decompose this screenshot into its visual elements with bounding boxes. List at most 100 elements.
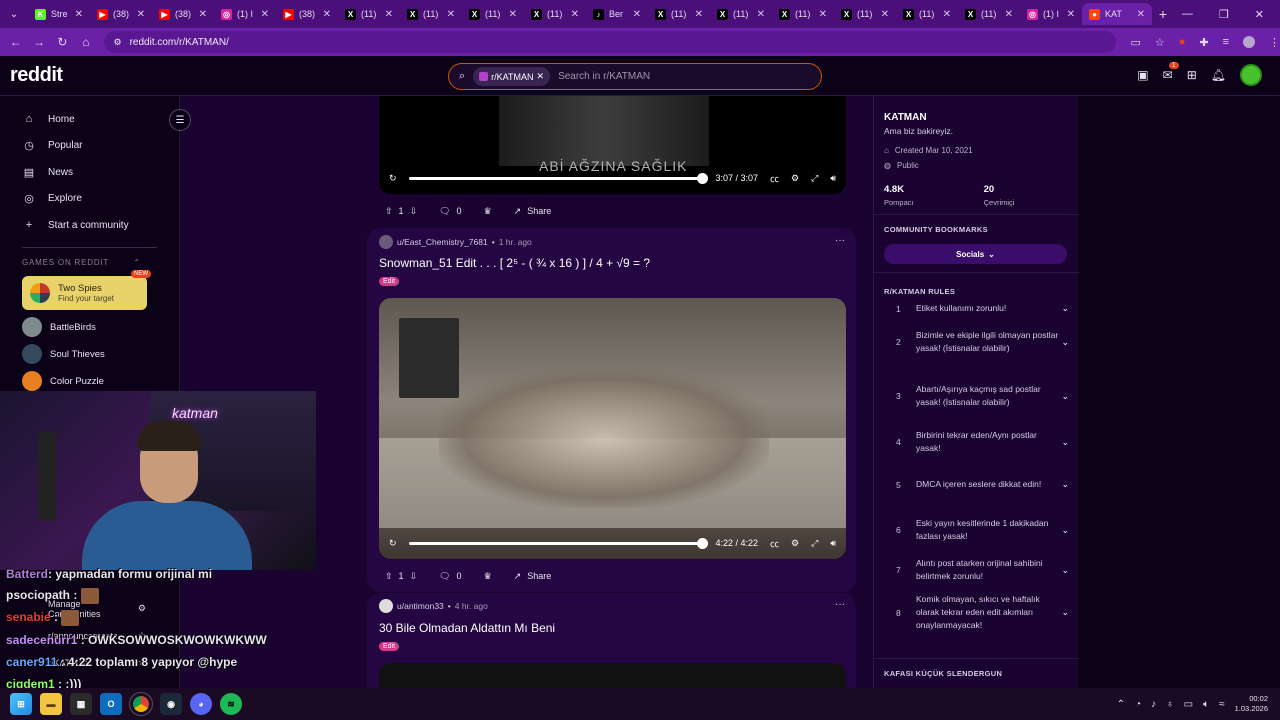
rule-item[interactable]: 8 Komik olmayan, sıkıcı ve haftalık olara… — [874, 593, 1079, 632]
post-flair[interactable]: Edit — [379, 642, 400, 651]
tab-close-icon[interactable]: ✕ — [323, 9, 331, 20]
media-icon[interactable]: ≡ — [1223, 36, 1229, 48]
tab-close-icon[interactable]: ✕ — [447, 9, 455, 20]
user-avatar[interactable] — [1240, 64, 1262, 86]
discord-icon[interactable]: ◕ — [190, 693, 212, 715]
settings-gear-icon[interactable]: ⚙ — [791, 173, 799, 184]
settings-gear-icon[interactable]: ⚙ — [791, 538, 799, 549]
network-icon[interactable]: ◔ — [1135, 699, 1141, 710]
browser-tab[interactable]: K Stre ✕ — [28, 3, 90, 25]
chrome-icon[interactable] — [129, 692, 153, 716]
author-name[interactable]: u/East_Chemistry_7681 — [397, 237, 488, 247]
rule-item[interactable]: 3 Abartı/Aşırıya kaçmış sad postlar yasak… — [874, 383, 1079, 409]
outlook-icon[interactable]: O — [100, 693, 122, 715]
replay-icon[interactable]: ↻ — [389, 173, 397, 184]
captions-icon[interactable]: ㏄ — [770, 172, 779, 185]
post-flair[interactable]: Edit — [379, 277, 400, 286]
sidebar-collapse-icon[interactable]: ☰ — [169, 109, 191, 131]
share-button[interactable]: ↗ Share — [508, 566, 558, 586]
two-spies-promo[interactable]: Two Spies Find your target NEW — [22, 269, 151, 310]
speaker-tray-icon[interactable]: ♪ — [1151, 699, 1156, 710]
game-item[interactable]: Soul Thieves — [0, 341, 179, 368]
tab-close-icon[interactable]: ✕ — [1067, 9, 1075, 20]
home-icon[interactable]: ⌂ — [74, 35, 97, 49]
tab-close-icon[interactable]: ✕ — [137, 9, 145, 20]
sidebar-item-popular[interactable]: ◷ Popular — [0, 133, 179, 160]
tab-close-icon[interactable]: ✕ — [199, 9, 207, 20]
tab-close-icon[interactable]: ✕ — [385, 9, 393, 20]
tab-close-icon[interactable]: ✕ — [571, 9, 579, 20]
profile-icon[interactable] — [1243, 36, 1256, 48]
tab-close-icon[interactable]: ✕ — [75, 9, 83, 20]
browser-tab[interactable]: X (11) ✕ — [772, 3, 834, 25]
browser-tab[interactable]: X (11) ✕ — [400, 3, 462, 25]
browser-tab[interactable]: ● KAT ✕ — [1082, 3, 1152, 25]
fullscreen-icon[interactable]: ⤢ — [811, 538, 818, 549]
notifications-bell-icon[interactable]: 🔔︎ — [1211, 68, 1226, 82]
browser-tab[interactable]: X (11) ✕ — [710, 3, 772, 25]
tab-close-icon[interactable]: ✕ — [509, 9, 517, 20]
sidebar-item-news[interactable]: ▤ News — [0, 159, 179, 186]
author-name[interactable]: u/antimon33 — [397, 601, 444, 611]
games-section-header[interactable]: GAMES ON REDDIT ⌃ — [0, 256, 179, 270]
video-player[interactable]: ↻ 4:22 / 4:22 ㏄ ⚙ ⤢ 🔊︎ — [379, 298, 846, 559]
browser-tab[interactable]: X (11) ✕ — [896, 3, 958, 25]
menu-icon[interactable]: ⋮ — [1269, 36, 1280, 49]
tab-close-icon[interactable]: ✕ — [943, 9, 951, 20]
rule-item[interactable]: 1 Etiket kullanımı zorunlu! ⌄ — [874, 302, 1079, 315]
community-chip[interactable]: r/KATMAN ✕ — [473, 67, 551, 86]
display-tray-icon[interactable]: ▭ — [1184, 699, 1193, 710]
replay-icon[interactable]: ↻ — [389, 538, 397, 549]
tab-close-icon[interactable]: ✕ — [261, 9, 269, 20]
spotify-icon[interactable]: ≋ — [220, 693, 242, 715]
clock[interactable]: 00:02 1.03.2026 — [1235, 694, 1268, 714]
downvote-icon[interactable]: ⇩ — [410, 571, 418, 582]
tab-close-icon[interactable]: ✕ — [633, 9, 641, 20]
close-window-icon[interactable]: ✕ — [1255, 8, 1264, 21]
extensions-icon[interactable]: ✚ — [1199, 36, 1208, 49]
award-button[interactable]: ♛ — [478, 201, 498, 221]
cast-icon[interactable]: ▭ — [1130, 36, 1140, 49]
volume-icon[interactable]: 🔊︎ — [830, 538, 836, 549]
file-explorer-icon[interactable]: ▬ — [40, 693, 62, 715]
new-tab-icon[interactable]: + — [1152, 6, 1174, 22]
url-bar[interactable]: ⚙ reddit.com/r/KATMAN/ — [103, 31, 1117, 53]
tab-close-icon[interactable]: ✕ — [819, 9, 827, 20]
share-button[interactable]: ↗ Share — [508, 201, 558, 221]
captions-icon[interactable]: ㏄ — [770, 537, 779, 550]
favorite-star-icon[interactable]: ⚙ — [138, 603, 146, 614]
downvote-icon[interactable]: ⇩ — [410, 206, 418, 217]
advertise-icon[interactable]: ▣ — [1137, 68, 1148, 82]
award-button[interactable]: ♛ — [478, 566, 498, 586]
video-player[interactable]: ABİ AĞZINA SAĞLIK ↻ 3:07 / 3:07 ㏄ ⚙ ⤢ 🔊︎ — [379, 96, 846, 194]
video-player[interactable] — [379, 663, 846, 688]
socials-button[interactable]: Socials ⌄ — [884, 244, 1067, 264]
rule-item[interactable]: 4 Birbirini tekrar eden/Aynı postlar yasa… — [874, 429, 1079, 455]
reddit-logo[interactable]: reddit — [10, 64, 63, 87]
site-info-icon[interactable]: ⚙ — [114, 37, 122, 48]
restore-icon[interactable]: ❐ — [1219, 8, 1229, 21]
steam-icon[interactable]: ◉ — [160, 693, 182, 715]
browser-tab[interactable]: ◎ (1) I ✕ — [214, 3, 276, 25]
browser-tab[interactable]: X (11) ✕ — [834, 3, 896, 25]
browser-tab[interactable]: X (11) ✕ — [648, 3, 710, 25]
comments-button[interactable]: 🗨︎ 0 — [433, 566, 467, 586]
browser-tab[interactable]: ▶ (38) ✕ — [152, 3, 214, 25]
fullscreen-icon[interactable]: ⤢ — [811, 173, 818, 184]
author-avatar[interactable] — [379, 599, 393, 613]
post-title[interactable]: Snowman_51 Edit . . . [ 2⁵ - ( ¾ x 16 ) … — [379, 256, 650, 270]
tab-close-icon[interactable]: ✕ — [1137, 9, 1145, 20]
rule-item[interactable]: 5 DMCA içeren seslere dikkat edin! ⌄ — [874, 478, 1079, 491]
progress-knob[interactable] — [697, 172, 709, 184]
game-item[interactable]: BattleBirds — [0, 314, 179, 341]
reload-icon[interactable]: ↻ — [51, 35, 74, 49]
forward-icon[interactable]: → — [27, 35, 50, 49]
windows-start-icon[interactable]: ⊞ — [10, 693, 32, 715]
browser-tab[interactable]: X (11) ✕ — [462, 3, 524, 25]
rule-item[interactable]: 6 Eski yayın kesitlerinde 1 dakikadan faz… — [874, 517, 1079, 543]
bookmark-star-icon[interactable]: ☆ — [1155, 36, 1165, 49]
chat-icon[interactable]: ✉ 1 — [1163, 62, 1179, 82]
volume-icon[interactable]: 🔊︎ — [830, 173, 836, 184]
more-options-icon[interactable]: ··· — [835, 599, 845, 610]
author-avatar[interactable] — [379, 235, 393, 249]
